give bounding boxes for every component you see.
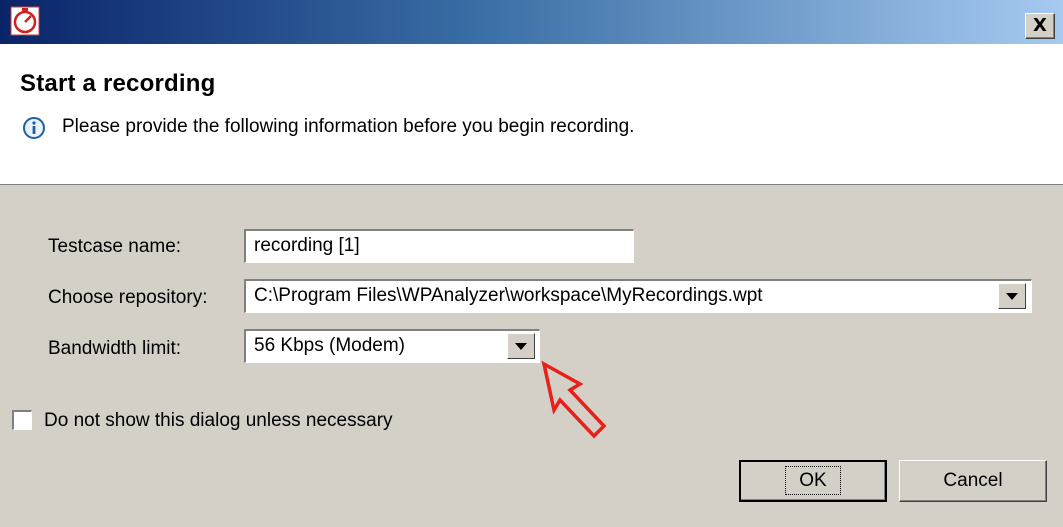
info-icon (23, 117, 45, 139)
dialog-title: Start a recording (20, 70, 216, 97)
testcase-name-label: Testcase name: (48, 236, 182, 257)
dont-show-label: Do not show this dialog unless necessary (44, 410, 393, 431)
annotation-arrow-icon (541, 360, 607, 439)
stopwatch-icon (10, 6, 40, 36)
close-button[interactable]: X (1025, 13, 1055, 39)
bandwidth-select[interactable]: 56 Kbps (Modem) (244, 329, 540, 363)
repository-select[interactable]: C:\Program Files\WPAnalyzer\workspace\My… (244, 279, 1032, 313)
repository-label: Choose repository: (48, 287, 208, 308)
testcase-name-input[interactable]: recording [1] (244, 229, 634, 263)
bandwidth-value: 56 Kbps (Modem) (254, 335, 406, 356)
title-bar: X (0, 0, 1063, 44)
dialog-message: Please provide the following information… (62, 116, 635, 137)
repository-dropdown-button[interactable] (998, 283, 1026, 309)
dialog-header: Start a recording Please provide the fol… (0, 44, 1063, 185)
dont-show-checkbox[interactable] (12, 410, 32, 430)
ok-button-label: OK (785, 466, 841, 495)
bandwidth-label: Bandwidth limit: (48, 338, 182, 359)
bandwidth-dropdown-button[interactable] (507, 333, 535, 359)
repository-value: C:\Program Files\WPAnalyzer\workspace\My… (254, 285, 763, 306)
ok-button[interactable]: OK (739, 460, 887, 502)
cancel-button[interactable]: Cancel (899, 460, 1047, 502)
cancel-button-label: Cancel (943, 470, 1003, 491)
